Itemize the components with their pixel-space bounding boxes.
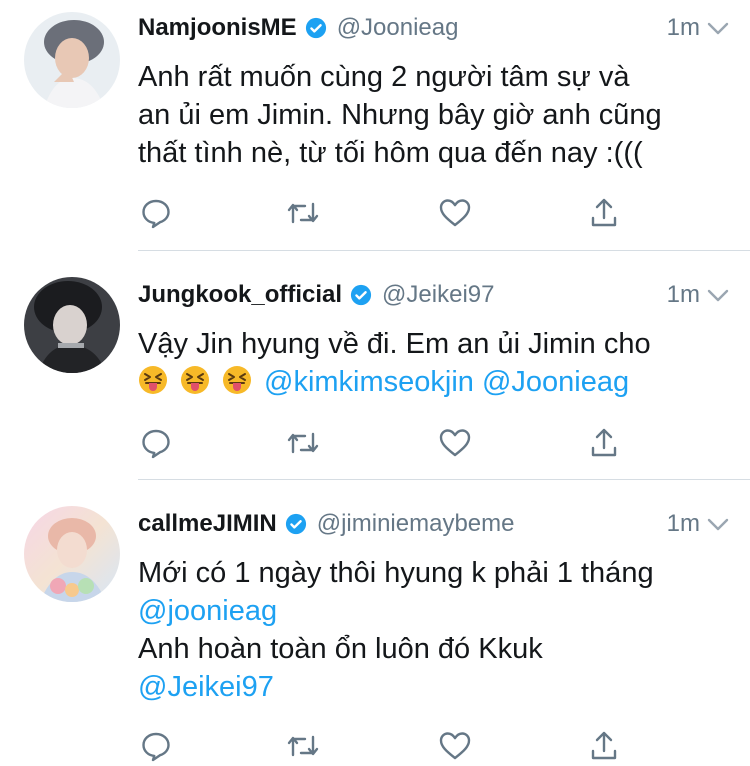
tweet-callmejimin[interactable]: callmeJIMIN @jiminiemaybeme 1m Mới có 1 … [0,480,750,763]
tweet-header: Jungkook_official @Jeikei97 1m [138,275,730,315]
retweet-button[interactable] [283,193,323,233]
reply-button[interactable] [136,726,176,766]
tweet-text: Mới có 1 ngày thôi hyung k phải 1 tháng … [138,554,732,706]
reply-icon [142,199,170,229]
retweet-icon [287,735,319,757]
like-icon [439,429,471,457]
retweet-icon [287,432,319,454]
display-name[interactable]: NamjoonisME [138,14,297,42]
mention-link[interactable]: @kimkimseokjin [264,366,474,398]
tweet-header: NamjoonisME @Joonieag 1m [138,8,730,48]
share-icon [591,731,617,760]
squinting-face-with-tongue-icon [223,366,251,394]
share-button[interactable] [584,726,624,766]
avatar[interactable] [24,12,120,108]
avatar[interactable] [24,506,120,602]
tweet-text: Vậy Jin hyung về đi. Em an ủi Jimin cho … [138,325,732,401]
display-name[interactable]: callmeJIMIN [138,510,277,538]
user-handle[interactable]: @Jeikei97 [382,281,494,309]
squinting-face-with-tongue-icon [181,366,209,394]
tweet-namjoonisme[interactable]: NamjoonisME @Joonieag 1m Anh rất muốn cù… [0,0,750,251]
tweet-actions [0,193,750,233]
tweet-actions [0,726,750,766]
verified-badge-icon [305,17,326,39]
share-button[interactable] [584,423,624,463]
like-icon [439,199,471,227]
like-button[interactable] [435,193,475,233]
verified-badge-icon [350,284,372,306]
chevron-down-icon[interactable] [706,16,730,40]
mention-link[interactable]: @joonieag [138,592,732,630]
timestamp[interactable]: 1m [667,14,700,42]
tweet-text-line: @kimkimseokjin @Joonieag [138,363,732,401]
timestamp[interactable]: 1m [667,281,700,309]
user-handle[interactable]: @Joonieag [337,14,459,42]
avatar[interactable] [24,277,120,373]
retweet-icon [287,202,319,224]
retweet-button[interactable] [283,423,323,463]
reply-icon [142,732,170,762]
tweet-text-line: thất tình nè, từ tối hôm qua đến nay :((… [138,137,643,169]
share-icon [591,198,617,227]
verified-badge-icon [285,513,306,535]
share-icon [591,428,617,457]
tweet-text-line: Vậy Jin hyung về đi. Em an ủi Jimin cho [138,328,651,360]
retweet-button[interactable] [283,726,323,766]
squinting-face-with-tongue-icon [139,366,167,394]
tweet-text: Anh rất muốn cùng 2 người tâm sự và an ủ… [138,58,732,172]
timestamp[interactable]: 1m [667,510,700,538]
tweet-header: callmeJIMIN @jiminiemaybeme 1m [138,504,730,544]
tweet-text-line: Mới có 1 ngày thôi hyung k phải 1 tháng [138,557,654,589]
reply-button[interactable] [136,423,176,463]
chevron-down-icon[interactable] [706,283,730,307]
reply-icon [142,429,170,459]
user-handle[interactable]: @jiminiemaybeme [317,510,515,538]
mention-link[interactable]: @Jeikei97 [138,668,732,706]
tweet-text-line: Anh rất muốn cùng 2 người tâm sự và [138,61,630,93]
tweet-jungkook-official[interactable]: Jungkook_official @Jeikei97 1m Vậy Jin h… [0,251,750,480]
like-button[interactable] [435,423,475,463]
tweet-text-line: Anh hoàn toàn ổn luôn đó Kkuk [138,633,543,665]
mention-link[interactable]: @Joonieag [482,366,629,398]
display-name[interactable]: Jungkook_official [138,281,342,309]
reply-button[interactable] [136,193,176,233]
share-button[interactable] [584,193,624,233]
like-button[interactable] [435,726,475,766]
tweet-text-line: an ủi em Jimin. Nhưng bây giờ anh cũng [138,99,662,131]
chevron-down-icon[interactable] [706,512,730,536]
like-icon [439,732,471,760]
tweet-actions [0,423,750,463]
